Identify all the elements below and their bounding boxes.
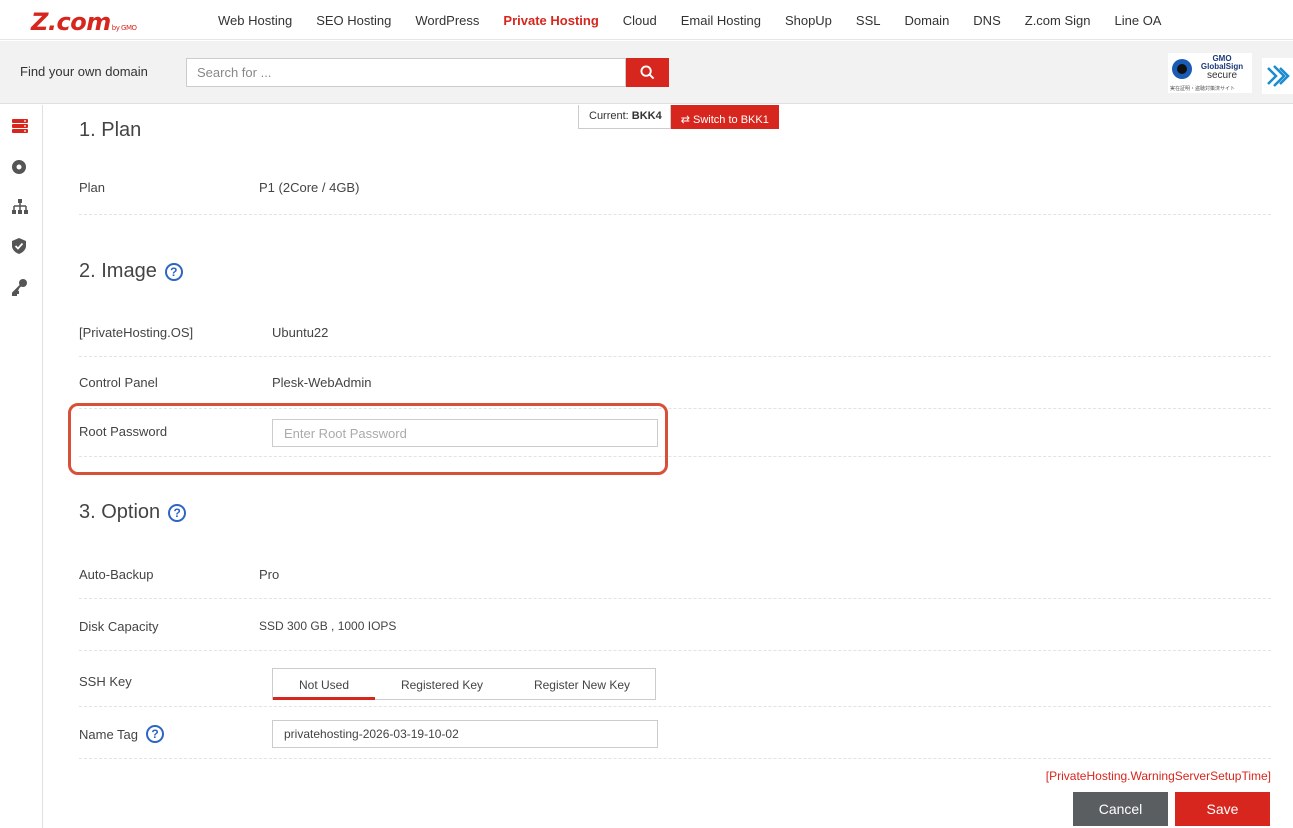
main-nav: Web Hosting SEO Hosting WordPress Privat… [218,0,1185,40]
ssh-key-row: SSH Key Not Used Registered Key Register… [79,651,1271,707]
nav-dns[interactable]: DNS [973,13,1000,28]
disk-capacity-value: SSD 300 GB , 1000 IOPS [259,619,397,633]
nav-shopup[interactable]: ShopUp [785,13,832,28]
disk-capacity-row: Disk Capacity SSD 300 GB , 1000 IOPS [79,599,1271,651]
shield-icon[interactable] [11,237,29,255]
control-panel-value: Plesk-WebAdmin [272,375,372,390]
highlight-box [68,403,668,475]
disk-capacity-label: Disk Capacity [79,619,159,634]
ssh-key-label: SSH Key [79,674,132,689]
network-icon[interactable] [11,198,29,216]
nav-wordpress[interactable]: WordPress [415,13,479,28]
nav-email-hosting[interactable]: Email Hosting [681,13,761,28]
plan-label: Plan [79,180,106,195]
nav-domain[interactable]: Domain [905,13,950,28]
zcom-logo[interactable]: Z.comby GMO [31,8,137,36]
nav-private-hosting[interactable]: Private Hosting [503,13,598,28]
tab-not-used[interactable]: Not Used [273,669,375,700]
cancel-button[interactable]: Cancel [1073,792,1168,826]
datacenter-switcher: Current: BKK4 ⇄ Switch to BKK1 [578,105,779,129]
os-label: [PrivateHosting.OS] [79,325,194,340]
help-icon[interactable]: ? [168,503,187,522]
domain-search-bar: Find your own domain GMO GlobalSign secu… [0,41,1293,104]
chevron-stripes-icon[interactable] [1262,58,1293,94]
nav-line-oa[interactable]: Line OA [1115,13,1162,28]
domain-search-input[interactable] [186,58,626,87]
globalsign-secure-badge[interactable]: GMO GlobalSign secure 実在証明・盗聴対策済サイト [1168,53,1252,93]
help-icon[interactable]: ? [164,262,183,281]
search-button[interactable] [626,58,669,87]
server-icon[interactable] [11,117,29,135]
setup-time-warning: [PrivateHosting.WarningServerSetupTime] [1045,769,1271,783]
option-section-title: 3. Option? [79,501,187,524]
nav-zcom-sign[interactable]: Z.com Sign [1025,13,1091,28]
image-section-title: 2. Image? [79,260,183,283]
name-tag-input[interactable] [272,720,658,748]
key-icon[interactable] [11,278,29,296]
auto-backup-row: Auto-Backup Pro [79,547,1271,599]
save-button[interactable]: Save [1175,792,1270,826]
search-icon [640,65,655,80]
find-domain-label: Find your own domain [20,64,148,79]
top-navbar: Z.comby GMO Web Hosting SEO Hosting Word… [0,0,1293,40]
current-datacenter: Current: BKK4 [578,105,671,129]
tab-register-new-key[interactable]: Register New Key [509,669,655,699]
nav-cloud[interactable]: Cloud [623,13,657,28]
auto-backup-label: Auto-Backup [79,567,154,582]
plan-value: P1 (2Core / 4GB) [259,180,360,195]
switch-datacenter-button[interactable]: ⇄ Switch to BKK1 [670,105,779,129]
name-tag-label: Name Tag? [79,725,165,743]
switch-arrows-icon: ⇄ [680,114,690,126]
plan-section-title: 1. Plan [79,119,142,141]
control-panel-row: Control Panel Plesk-WebAdmin [79,357,1271,409]
auto-backup-value: Pro [259,567,280,582]
globalsign-eye-icon [1172,59,1192,79]
os-value: Ubuntu22 [272,325,329,340]
globalsign-text: GMO GlobalSign secure [1200,54,1244,81]
help-icon[interactable]: ? [146,725,165,743]
globalsign-subtext: 実在証明・盗聴対策済サイト [1170,86,1236,92]
os-row: [PrivateHosting.OS] Ubuntu22 [79,305,1271,357]
tab-registered-key[interactable]: Registered Key [375,669,509,699]
ssh-key-tabs: Not Used Registered Key Register New Key [272,668,656,700]
left-sidebar [0,105,43,828]
nav-ssl[interactable]: SSL [856,13,881,28]
control-panel-label: Control Panel [79,375,158,390]
name-tag-row: Name Tag? [79,707,1271,759]
server-setup-form: Current: BKK4 ⇄ Switch to BKK1 1. Plan P… [44,105,1293,828]
disk-icon[interactable] [11,158,29,176]
nav-web-hosting[interactable]: Web Hosting [218,13,292,28]
plan-row: Plan P1 (2Core / 4GB) [79,165,1271,215]
nav-seo-hosting[interactable]: SEO Hosting [316,13,391,28]
